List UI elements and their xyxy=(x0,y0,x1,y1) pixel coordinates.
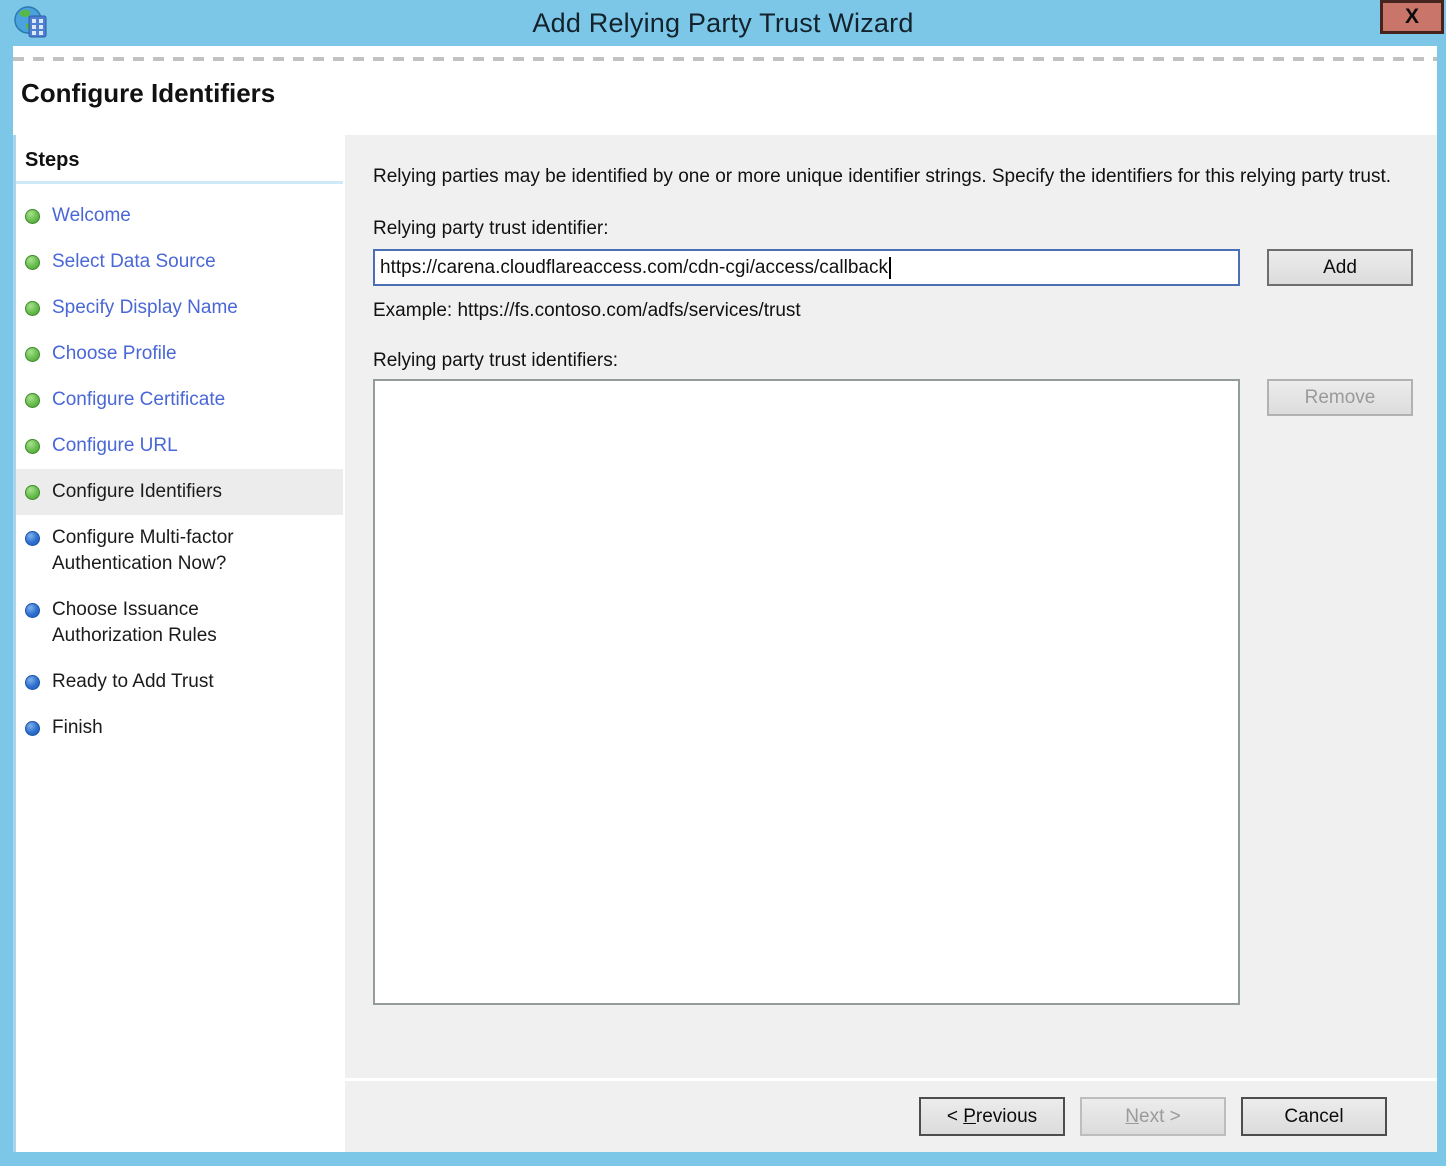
text-caret xyxy=(889,257,891,279)
identifiers-listbox[interactable] xyxy=(373,379,1240,1005)
page-header: Configure Identifiers xyxy=(13,46,1437,135)
step-status-icon xyxy=(25,675,40,690)
page-description: Relying parties may be identified by one… xyxy=(373,163,1408,190)
window-title: Add Relying Party Trust Wizard xyxy=(0,8,1446,39)
identifier-input[interactable]: https://carena.cloudflareaccess.com/cdn-… xyxy=(373,249,1240,286)
add-button[interactable]: Add xyxy=(1267,249,1413,286)
step-item[interactable]: Select Data Source xyxy=(16,239,343,285)
steps-list: Welcome Select Data Source Specify Displ… xyxy=(16,184,343,751)
step-item[interactable]: Choose Profile xyxy=(16,331,343,377)
step-status-icon xyxy=(25,531,40,546)
step-status-icon xyxy=(25,485,40,500)
step-label: Finish xyxy=(52,715,103,741)
step-label: Choose Profile xyxy=(52,341,177,367)
identifier-field-label: Relying party trust identifier: xyxy=(373,218,1413,240)
steps-sidebar: Steps Welcome Select Data Source Specify… xyxy=(13,135,343,1152)
steps-heading: Steps xyxy=(16,147,343,181)
step-status-icon xyxy=(25,721,40,736)
content-panel: Relying parties may be identified by one… xyxy=(345,135,1437,1078)
step-item[interactable]: Configure Certificate xyxy=(16,377,343,423)
step-label: Select Data Source xyxy=(52,249,216,275)
step-item: Choose Issuance Authorization Rules xyxy=(16,587,343,659)
remove-button[interactable]: Remove xyxy=(1267,379,1413,416)
step-status-icon xyxy=(25,393,40,408)
step-item: Configure Multi-factor Authentication No… xyxy=(16,515,343,587)
step-label: Specify Display Name xyxy=(52,295,238,321)
step-status-icon xyxy=(25,301,40,316)
step-item: Finish xyxy=(16,705,343,751)
step-label: Configure Identifiers xyxy=(52,479,222,505)
step-label: Configure URL xyxy=(52,433,178,459)
example-text: Example: https://fs.contoso.com/adfs/ser… xyxy=(373,300,1413,322)
identifiers-list-label: Relying party trust identifiers: xyxy=(373,350,1413,372)
step-label: Configure Multi-factor Authentication No… xyxy=(52,525,302,577)
step-item: Configure Identifiers xyxy=(16,469,343,515)
close-button[interactable]: X xyxy=(1380,0,1444,34)
adfs-wizard-icon xyxy=(12,4,50,42)
step-item[interactable]: Welcome xyxy=(16,193,343,239)
step-item[interactable]: Configure URL xyxy=(16,423,343,469)
step-status-icon xyxy=(25,439,40,454)
dialog-body: Configure Identifiers Steps Welcome Sele… xyxy=(13,46,1437,1152)
footer-bar: < Previous Next > Cancel xyxy=(345,1078,1437,1152)
cancel-button[interactable]: Cancel xyxy=(1241,1097,1387,1136)
step-status-icon xyxy=(25,603,40,618)
step-item[interactable]: Specify Display Name xyxy=(16,285,343,331)
step-status-icon xyxy=(25,255,40,270)
step-item: Ready to Add Trust xyxy=(16,659,343,705)
step-status-icon xyxy=(25,209,40,224)
page-title: Configure Identifiers xyxy=(21,78,275,109)
previous-button[interactable]: < Previous xyxy=(919,1097,1065,1136)
next-button[interactable]: Next > xyxy=(1080,1097,1226,1136)
step-label: Welcome xyxy=(52,203,131,229)
wizard-window: Add Relying Party Trust Wizard X Configu… xyxy=(0,0,1446,1166)
step-label: Configure Certificate xyxy=(52,387,225,413)
titlebar[interactable]: Add Relying Party Trust Wizard X xyxy=(0,0,1446,46)
identifier-input-value: https://carena.cloudflareaccess.com/cdn-… xyxy=(380,257,888,279)
step-label: Choose Issuance Authorization Rules xyxy=(52,597,302,649)
step-status-icon xyxy=(25,347,40,362)
step-label: Ready to Add Trust xyxy=(52,669,214,695)
